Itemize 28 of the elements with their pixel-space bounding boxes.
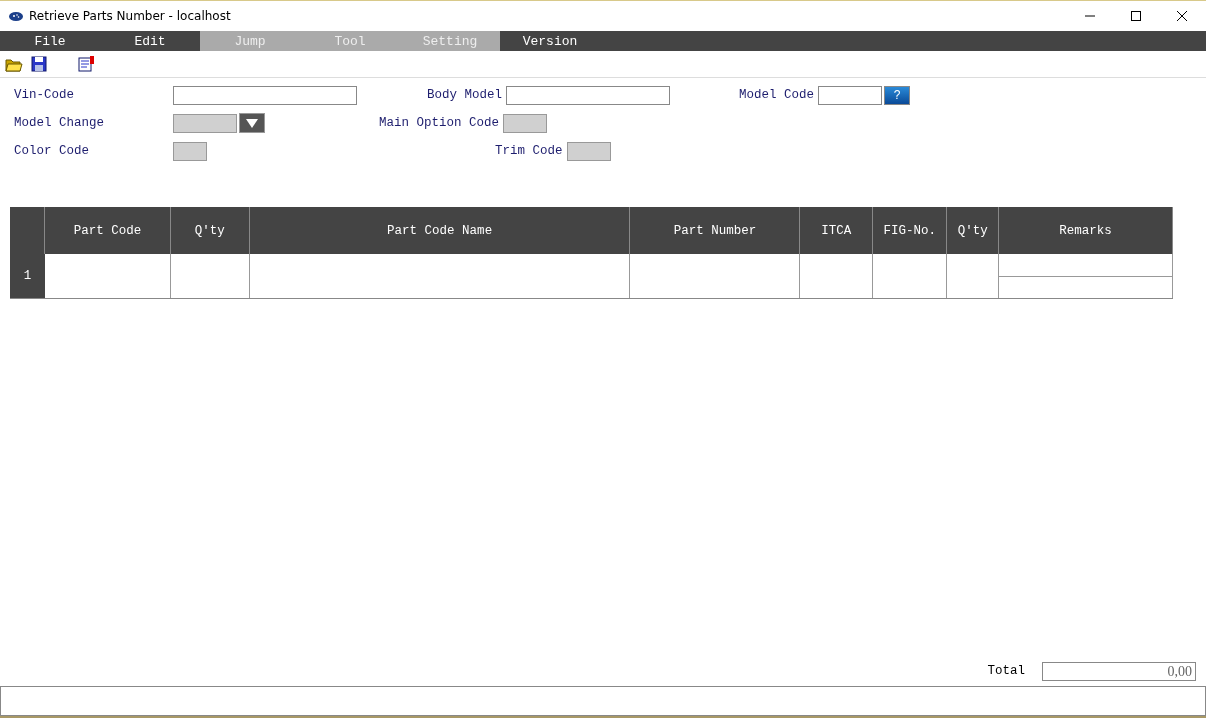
column-header: Part Number — [630, 207, 801, 254]
field-label: Vin-Code — [14, 88, 75, 102]
app-logo-icon — [9, 11, 23, 21]
column-header: Part Code — [44, 207, 171, 254]
report-icon[interactable] — [75, 53, 97, 75]
field-label: Color Code — [14, 144, 90, 158]
close-icon[interactable] — [1176, 10, 1188, 22]
row-number: 1 — [10, 254, 45, 298]
column-header: Part Code Name — [249, 207, 631, 254]
field-label: Model Change — [14, 116, 105, 130]
window-title: Retrieve Parts Number - localhost — [29, 9, 231, 23]
total-field: 0,00 — [1042, 661, 1196, 681]
input-field[interactable] — [173, 85, 357, 105]
total-label: Total — [987, 664, 1025, 678]
column-header: FIG-No. — [873, 207, 948, 254]
lookup-button[interactable]: ? — [884, 85, 910, 105]
column-header: Remarks — [999, 207, 1173, 254]
save-icon[interactable] — [28, 53, 50, 75]
column-header: Q'ty — [170, 207, 250, 254]
field-label: Main Option Code — [379, 116, 500, 130]
input-field[interactable] — [818, 85, 882, 105]
column-header: ITCA — [800, 207, 874, 254]
field-label: Model Code — [739, 88, 814, 102]
maximize-icon[interactable] — [1130, 10, 1142, 22]
field-label: Body Model — [427, 88, 502, 102]
input-field[interactable] — [506, 85, 670, 105]
field-label: Trim Code — [495, 144, 563, 158]
column-header: Q'ty — [947, 207, 1000, 254]
